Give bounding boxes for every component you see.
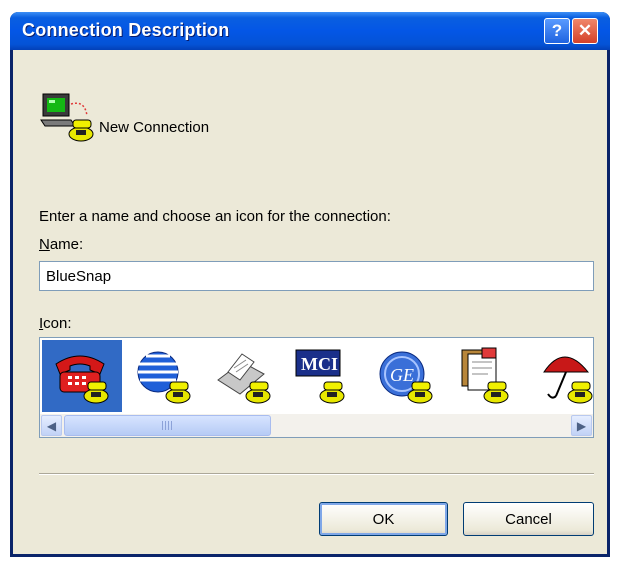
- name-label-text: ame:: [49, 236, 84, 253]
- mci-phone-icon: MCI: [295, 349, 345, 404]
- icon-option-globe[interactable]: [124, 340, 204, 412]
- svg-text:GE: GE: [390, 365, 414, 385]
- scroll-right-button[interactable]: ▶: [571, 415, 592, 436]
- window-title: Connection Description: [22, 20, 230, 40]
- scrollbar-thumb[interactable]: [64, 415, 271, 436]
- icon-option-document[interactable]: [446, 340, 526, 412]
- connection-name: New Connection: [99, 119, 210, 136]
- globe-phone-icon: [137, 351, 191, 404]
- computer-phone-icon: [40, 93, 94, 142]
- document-phone-icon: [461, 347, 509, 404]
- svg-text:MCI: MCI: [301, 354, 338, 374]
- help-button[interactable]: ?: [544, 18, 570, 44]
- chevron-right-icon: ▶: [576, 418, 587, 433]
- grip-icon: [161, 421, 174, 430]
- icon-label-text: con:: [43, 315, 72, 332]
- close-icon: ✕: [577, 21, 593, 40]
- scroll-left-button[interactable]: ◀: [41, 415, 62, 436]
- icon-option-ge[interactable]: GE: [366, 340, 446, 412]
- dialog-window: Connection Description ? ✕ New Connectio…: [10, 12, 610, 557]
- dialog-body: New Connection Enter a name and choose a…: [13, 50, 607, 554]
- name-input[interactable]: [39, 261, 594, 291]
- fax-phone-icon: [217, 353, 271, 404]
- separator: [39, 473, 594, 475]
- icon-label: Icon:: [39, 315, 72, 332]
- ok-button[interactable]: OK: [319, 502, 448, 536]
- icon-option-red-phone[interactable]: [42, 340, 122, 412]
- icon-list[interactable]: MCI GE ◀ ▶: [39, 337, 594, 438]
- name-label-mnemonic: N: [39, 236, 50, 253]
- icon-strip: MCI GE: [40, 338, 593, 414]
- icon-option-umbrella[interactable]: [526, 340, 593, 412]
- ge-phone-icon: GE: [379, 351, 433, 404]
- umbrella-phone-icon: [543, 356, 593, 404]
- chevron-left-icon: ◀: [46, 418, 57, 433]
- name-label: Name:: [39, 236, 83, 253]
- cancel-button[interactable]: Cancel: [463, 502, 594, 536]
- icon-option-mci[interactable]: MCI: [284, 340, 364, 412]
- horizontal-scrollbar[interactable]: ◀ ▶: [40, 414, 593, 437]
- instruction-text: Enter a name and choose an icon for the …: [39, 208, 391, 225]
- red-phone-icon: [55, 355, 109, 404]
- icon-option-fax[interactable]: [204, 340, 284, 412]
- help-icon: ?: [551, 21, 563, 40]
- title-bar[interactable]: Connection Description ? ✕: [10, 12, 610, 50]
- close-button[interactable]: ✕: [572, 18, 598, 44]
